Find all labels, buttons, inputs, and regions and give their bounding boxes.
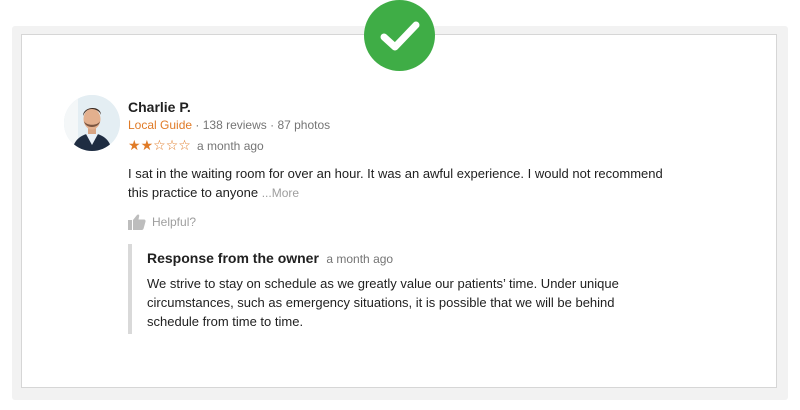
review-time: a month ago <box>197 139 264 153</box>
helpful-button[interactable]: Helpful? <box>128 214 196 230</box>
review-text: I sat in the waiting room for over an ho… <box>128 166 663 200</box>
star-filled-icon: ★ <box>140 137 154 153</box>
review-card <box>21 34 777 388</box>
avatar[interactable] <box>64 95 120 151</box>
author-meta: Local Guide · 138 reviews · 87 photos <box>128 118 330 132</box>
thumbs-up-icon <box>128 214 146 230</box>
checkmark-icon <box>364 0 435 71</box>
owner-response-time: a month ago <box>326 252 394 266</box>
star-empty-icon: ☆ <box>165 137 179 153</box>
author-name[interactable]: Charlie P. <box>128 99 191 115</box>
review-body: I sat in the waiting room for over an ho… <box>128 164 668 203</box>
reviews-count: · 138 reviews <box>195 118 267 132</box>
photos-count: · 87 photos <box>270 118 331 132</box>
more-link[interactable]: ...More <box>262 186 299 200</box>
local-guide-badge[interactable]: Local Guide <box>128 118 192 132</box>
owner-response: Response from the owner a month ago We s… <box>128 244 648 334</box>
owner-response-header: Response from the owner a month ago <box>147 250 648 268</box>
helpful-label: Helpful? <box>152 215 197 229</box>
star-filled-icon: ★ <box>128 137 141 153</box>
star-empty-icon: ☆ <box>178 137 191 153</box>
star-rating: ★★☆☆☆ <box>128 137 191 154</box>
owner-response-title: Response from the owner <box>147 250 319 266</box>
star-empty-icon: ☆ <box>153 137 166 153</box>
owner-response-text: We strive to stay on schedule as we grea… <box>147 276 619 329</box>
